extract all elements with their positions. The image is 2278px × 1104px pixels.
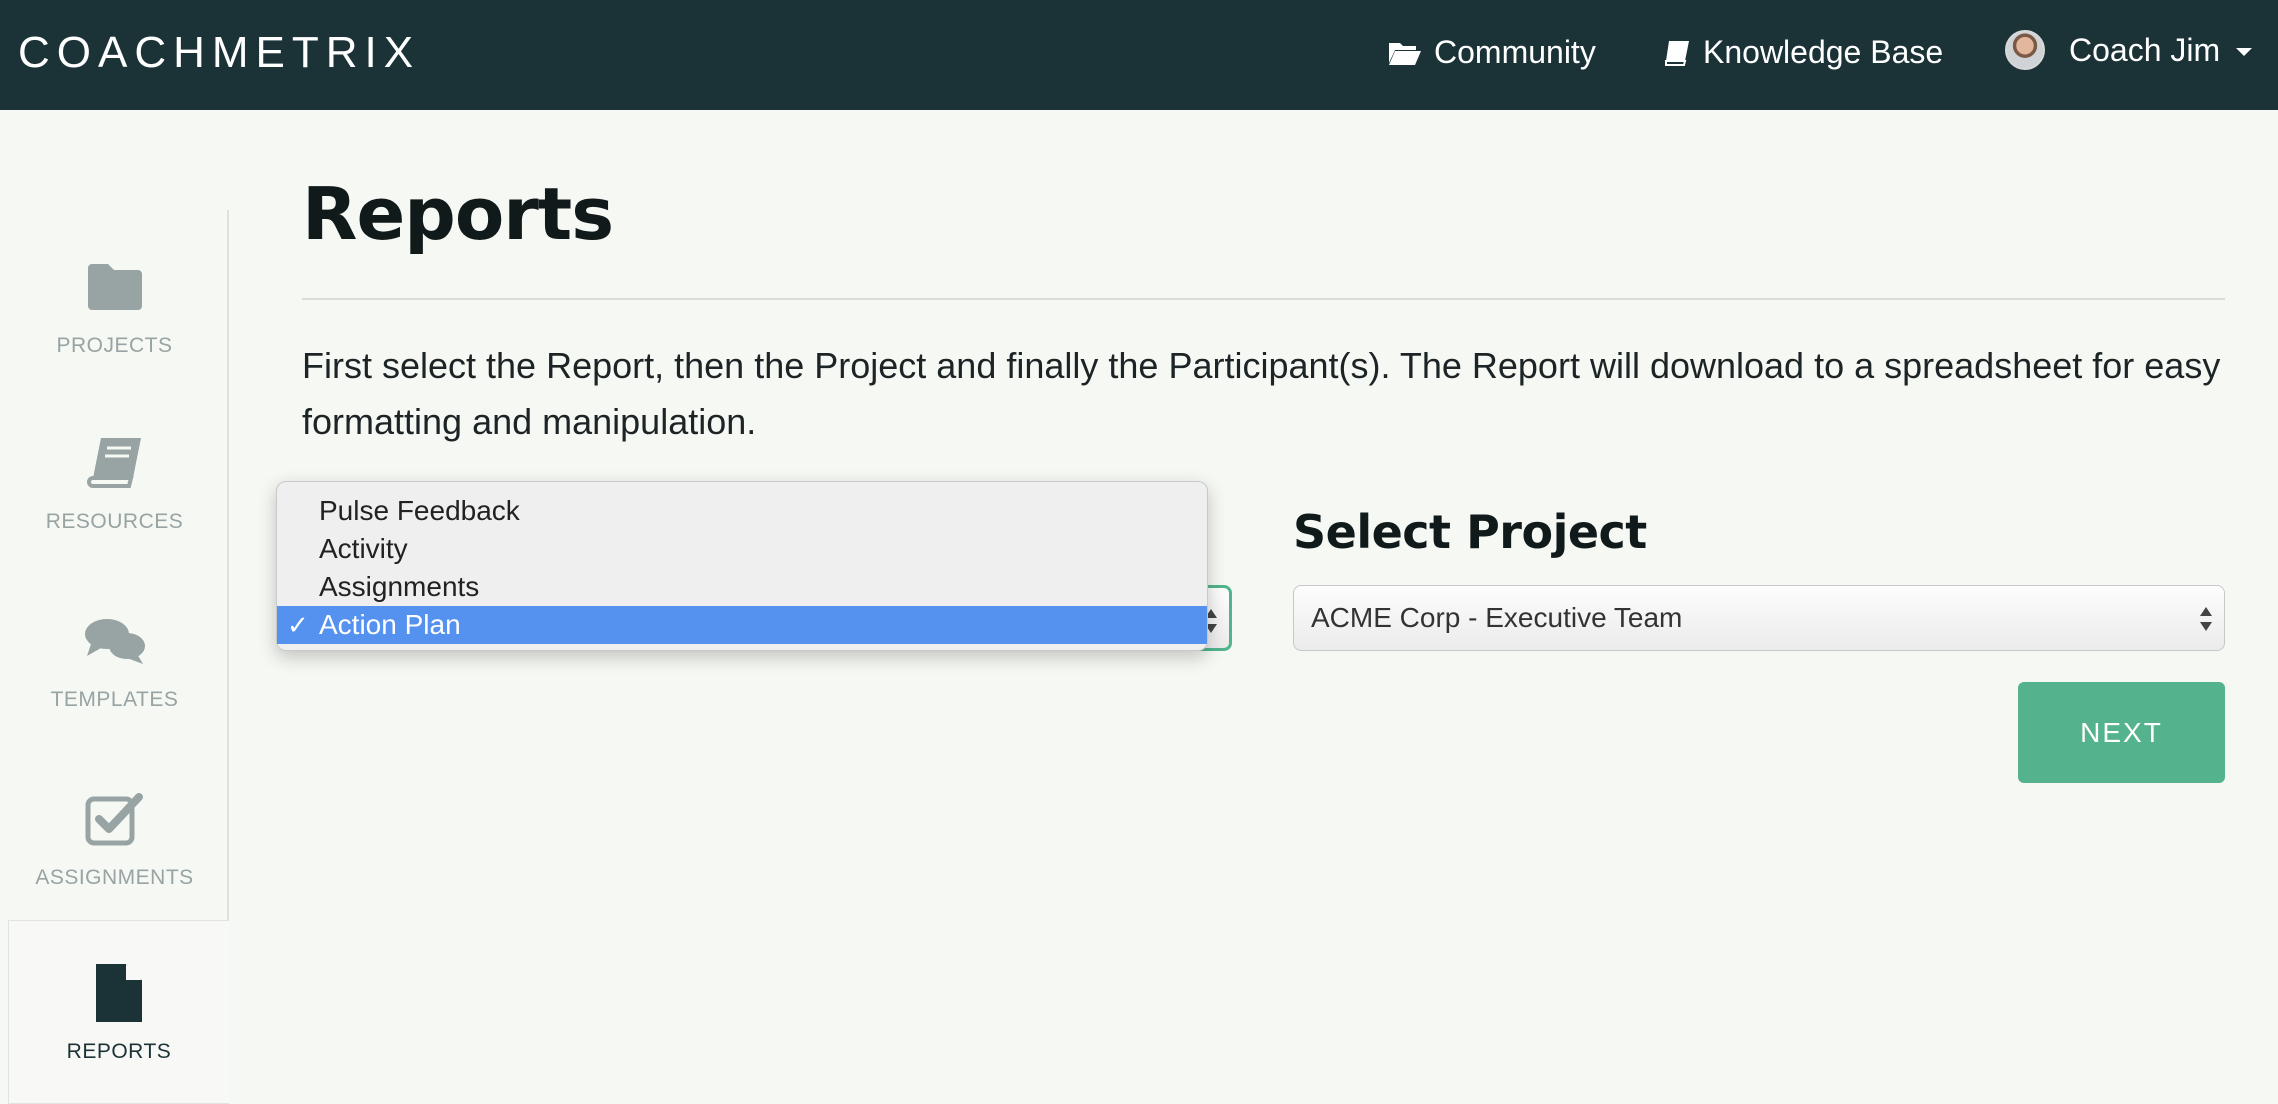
checkbox-icon: [85, 786, 145, 852]
dropdown-option[interactable]: Activity: [277, 530, 1207, 568]
chevron-down-icon: [2236, 48, 2253, 56]
document-icon: [94, 960, 144, 1026]
sidebar-item-assignments[interactable]: ASSIGNMENTS: [0, 758, 229, 918]
updown-arrows-icon: [2200, 607, 2212, 631]
sidebar-item-resources[interactable]: RESOURCES: [0, 402, 229, 562]
top-navbar: COACHMETRIX Community Knowledge Base Coa…: [0, 0, 2278, 110]
chat-bubbles-icon: [83, 608, 147, 674]
sidebar-item-label: PROJECTS: [56, 334, 173, 357]
dropdown-option-label: Activity: [319, 533, 408, 564]
dropdown-option[interactable]: Assignments: [277, 568, 1207, 606]
avatar: [2005, 30, 2045, 70]
checkmark-icon: ✓: [287, 610, 309, 640]
sidebar-item-label: RESOURCES: [45, 510, 184, 533]
book-icon: [86, 430, 143, 496]
project-select[interactable]: ACME Corp - Executive Team: [1293, 585, 2225, 651]
select-project-label: Select Project: [1293, 505, 1647, 559]
folder-icon: [86, 254, 144, 320]
book-icon: [1663, 39, 1691, 67]
instructions-text: First select the Report, then the Projec…: [302, 345, 2221, 442]
sidebar-item-label: TEMPLATES: [50, 688, 179, 711]
report-dropdown-menu: Pulse Feedback Activity Assignments ✓ Ac…: [276, 481, 1208, 651]
nav-community-link[interactable]: Community: [1388, 34, 1596, 71]
user-menu[interactable]: Coach Jim: [2005, 30, 2253, 70]
app-logo[interactable]: COACHMETRIX: [18, 28, 420, 78]
sidebar-item-label: ASSIGNMENTS: [35, 866, 194, 889]
next-button[interactable]: NEXT: [2018, 682, 2225, 783]
title-divider: [302, 298, 2225, 300]
dropdown-option-label: Pulse Feedback: [319, 495, 520, 526]
nav-knowledge-base-link[interactable]: Knowledge Base: [1663, 34, 1943, 71]
nav-community-label: Community: [1434, 34, 1596, 70]
dropdown-option-selected[interactable]: ✓ Action Plan: [277, 606, 1207, 644]
dropdown-option-label: Assignments: [319, 571, 480, 602]
sidebar: PROJECTS RESOURCES TEMPLATES ASSIGNMENTS…: [0, 110, 229, 1104]
sidebar-item-templates[interactable]: TEMPLATES: [0, 580, 229, 740]
project-select-value: ACME Corp - Executive Team: [1311, 602, 1683, 633]
dropdown-option[interactable]: Pulse Feedback: [277, 492, 1207, 530]
user-name: Coach Jim: [2069, 31, 2221, 68]
sidebar-item-projects[interactable]: PROJECTS: [0, 226, 229, 386]
dropdown-option-label: Action Plan: [319, 609, 461, 640]
sidebar-item-reports[interactable]: REPORTS: [8, 920, 229, 1104]
nav-knowledge-base-label: Knowledge Base: [1703, 34, 1944, 70]
sidebar-item-label: REPORTS: [66, 1040, 172, 1063]
folder-open-icon: [1388, 39, 1422, 67]
page-title: Reports: [302, 172, 614, 256]
